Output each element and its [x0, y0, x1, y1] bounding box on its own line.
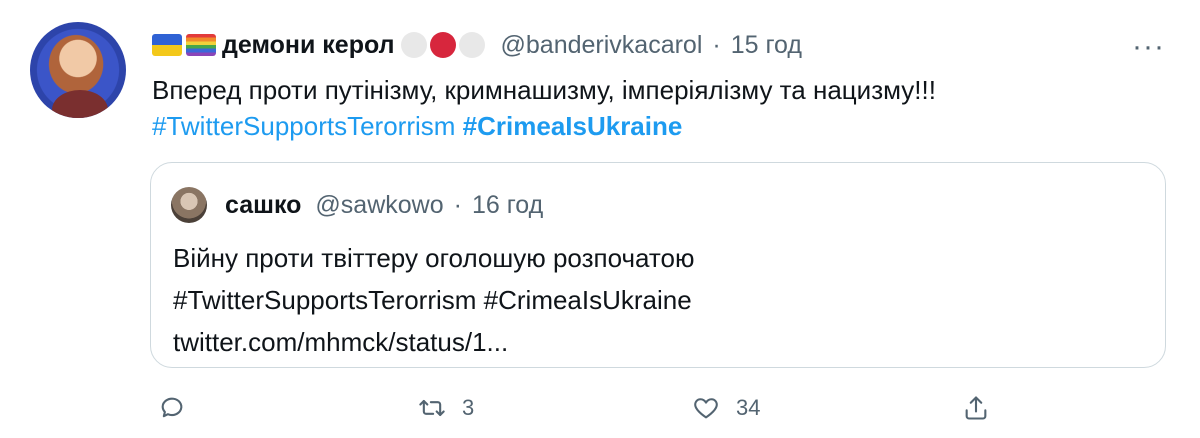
separator-dot: · — [453, 191, 462, 219]
rainbow-flag-icon — [186, 34, 216, 56]
quoted-tweet-time: 16 год — [471, 191, 544, 219]
quoted-author-handle: @sawkowo — [315, 191, 444, 219]
quoted-author-name: сашко — [225, 191, 302, 219]
quoted-tweet-text: Війну проти твіттеру оголошую розпочатою… — [173, 237, 694, 363]
author-handle[interactable]: @banderivkacarol — [501, 31, 703, 60]
quoted-text-line: twitter.com/mhmck/status/1... — [173, 327, 509, 357]
share-icon — [965, 396, 987, 420]
share-button[interactable] — [962, 394, 1006, 422]
like-button[interactable]: 34 — [692, 394, 760, 422]
heart-icon — [694, 398, 718, 419]
tweet-hashtags: #TwitterSupportsTerorrism #CrimeaIsUkrai… — [152, 108, 682, 144]
hashtag-link[interactable]: #TwitterSupportsTerorrism — [152, 111, 455, 141]
quoted-text-line: #TwitterSupportsTerorrism #CrimeaIsUkrai… — [173, 285, 692, 315]
ukraine-flag-icon — [152, 34, 182, 56]
retweet-button[interactable]: 3 — [418, 394, 474, 422]
author-name[interactable]: демони керол — [222, 31, 395, 60]
hashtag-link[interactable]: #CrimeaIsUkraine — [463, 111, 683, 141]
white-circle-icon — [458, 32, 485, 58]
tweet-actions: 3 34 — [0, 388, 1200, 432]
quoted-tweet[interactable]: сашко @sawkowo · 16 год Війну проти твіт… — [150, 162, 1166, 368]
quoted-author-avatar — [171, 187, 207, 223]
more-dots-icon[interactable]: ··· — [1132, 30, 1165, 64]
tweet-header: демони керол @banderivkacarol · 15 год — [152, 28, 802, 62]
tweet-time[interactable]: 15 год — [731, 31, 802, 60]
tweet-card[interactable]: демони керол @banderivkacarol · 15 год ·… — [0, 0, 1200, 438]
retweet-count: 3 — [462, 395, 475, 420]
retweet-icon — [419, 399, 445, 417]
red-circle-icon — [429, 32, 456, 58]
reply-icon — [161, 397, 183, 418]
avatar-shirt — [52, 90, 108, 118]
reply-button[interactable] — [158, 394, 202, 422]
white-circle-icon — [400, 32, 427, 58]
separator-dot: · — [712, 30, 721, 59]
like-count: 34 — [736, 395, 761, 420]
author-avatar[interactable] — [30, 22, 126, 118]
quoted-tweet-header: сашко @sawkowo · 16 год — [225, 191, 543, 220]
quoted-text-line: Війну проти твіттеру оголошую розпочатою — [173, 243, 695, 273]
tweet-text: Вперед проти путінізму, кримнашизму, імп… — [152, 75, 936, 105]
